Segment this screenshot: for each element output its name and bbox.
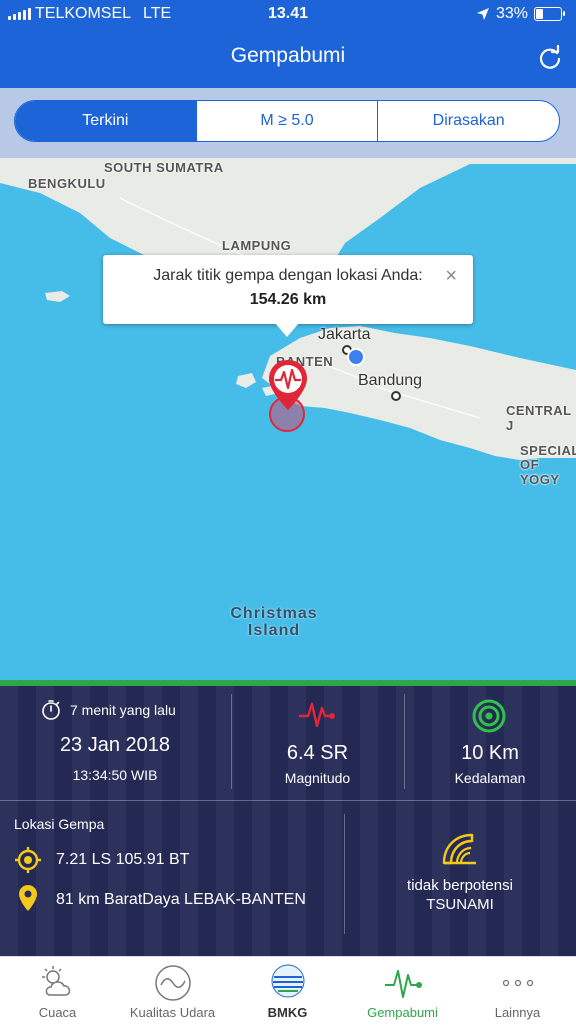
tsunami-wave-icon [442,833,476,865]
map-label-special-region: SPECIAL [520,443,576,458]
tsunami-label: TSUNAMI [426,896,494,913]
location-arrow-icon [476,8,489,20]
popup-title: Jarak titik gempa dengan lokasi Anda: [153,267,423,284]
depth-radar-icon [472,699,506,733]
tabbar-item-kualitas-udara[interactable]: Kualitas Udara [115,957,230,1025]
tab-terkini[interactable]: Terkini [15,101,196,141]
tabbar-label-kualitas-udara: Kualitas Udara [129,1005,216,1020]
depth-value: 10 Km [461,742,519,764]
earthquake-map[interactable]: SOUTH SUMATRA BENGKULU LAMPUNG Jakarta B… [0,158,576,680]
map-label-bandung: Bandung [358,372,423,389]
filter-bar: Terkini M ≥ 5.0 Dirasakan [0,88,576,158]
tabbar-item-cuaca[interactable]: Cuaca [0,957,115,1025]
location-header: Lokasi Gempa [14,816,105,832]
map-label-yogyakarta: OF YOGY [520,457,560,487]
map-label-bengkulu: BENGKULU [28,176,106,191]
map-label-christmas: Christmas [230,605,318,622]
more-dots-icon [502,979,534,987]
tabbar-label-cuaca: Cuaca [38,1005,77,1020]
bmkg-logo [271,964,305,998]
target-crosshair-icon [15,847,41,873]
battery-icon [534,7,565,21]
depth-label: Kedalaman [454,770,526,786]
map-label-christmas-island: Christmas Island [222,605,326,639]
weather-cloud-sun-icon [42,966,71,996]
map-label-jakarta: Jakarta [318,326,371,343]
stopwatch-icon [42,700,60,720]
seismograph-icon [299,702,335,728]
quake-coordinates: 7.21 LS 105.91 BT [56,851,190,868]
refresh-icon[interactable] [536,44,564,72]
map-label-south-sumatra: SOUTH SUMATRA [104,160,224,175]
tabbar-item-bmkg[interactable]: BMKG [230,957,345,1025]
status-bar: TELKOMSEL LTE 13.41 33% [0,0,576,30]
close-icon[interactable]: × [445,265,457,288]
seismograph-icon [385,970,422,998]
map-label-lampung: LAMPUNG [222,238,292,253]
navigation-bar: Gempabumi [0,30,576,88]
magnitude-value: 6.4 SR [286,742,349,764]
location-pin-icon [19,885,37,911]
segmented-control: Terkini M ≥ 5.0 Dirasakan [14,100,560,142]
bottom-tab-bar: Cuaca Kualitas Udara BMKG Gempabumi Lain… [0,956,576,1025]
quake-region: 81 km BaratDaya LEBAK-BANTEN [56,891,306,908]
tabbar-label-gempabumi: Gempabumi [367,1005,438,1020]
distance-popup: Jarak titik gempa dengan lokasi Anda: 15… [103,255,473,337]
page-title: Gempabumi [230,44,346,67]
popup-distance: 154.26 km [249,291,327,308]
earthquake-pin-icon[interactable] [266,358,310,412]
quake-date: 23 Jan 2018 [59,734,171,756]
tab-dirasakan[interactable]: Dirasakan [377,101,559,141]
magnitude-label: Magnitudo [284,770,351,786]
map-label-central-java: CENTRAL J [506,403,572,433]
user-location-dot [347,348,365,366]
tsunami-status: tidak berpotensi [407,877,513,894]
relative-time: 7 menit yang lalu [70,702,176,718]
map-label-island: Island [247,622,301,639]
tabbar-label-lainnya: Lainnya [494,1005,541,1020]
earthquake-info-panel: 7 menit yang lalu 23 Jan 2018 13:34:50 W… [0,680,576,956]
air-quality-icon [155,965,191,1001]
tabbar-item-gempabumi[interactable]: Gempabumi [345,957,460,1025]
tabbar-label-bmkg: BMKG [267,1005,308,1020]
tab-magnitude-5[interactable]: M ≥ 5.0 [195,101,378,141]
battery-percent: 33% [495,5,528,22]
tabbar-item-lainnya[interactable]: Lainnya [460,957,575,1025]
quake-time: 13:34:50 WIB [72,767,158,783]
